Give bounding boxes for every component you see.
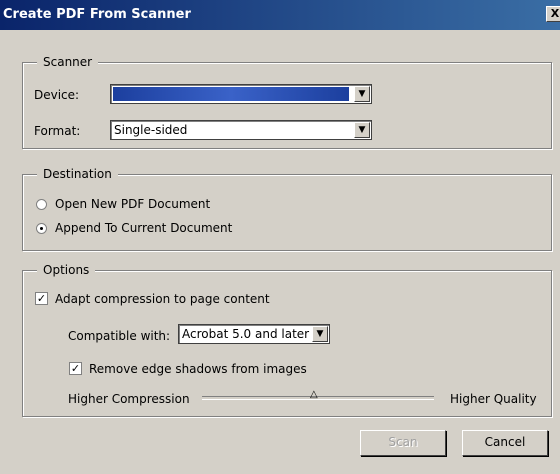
compatible-label: Compatible with: [68, 329, 171, 343]
device-select[interactable]: ▼ [110, 84, 372, 104]
chevron-down-icon[interactable]: ▼ [354, 122, 370, 138]
cancel-button[interactable]: Cancel [462, 430, 548, 456]
close-icon[interactable]: X [546, 6, 560, 22]
radio-open-new-label[interactable]: Open New PDF Document [55, 197, 210, 211]
chevron-down-icon[interactable]: ▼ [354, 86, 370, 102]
slider-left-label: Higher Compression [68, 392, 190, 406]
device-label: Device: [34, 88, 80, 102]
destination-group: Destination [22, 167, 552, 251]
scan-button[interactable]: Scan [360, 430, 446, 456]
scanner-legend: Scanner [37, 55, 99, 69]
format-label: Format: [34, 124, 81, 138]
device-value-redacted [113, 87, 349, 101]
slider-thumb-icon[interactable]: △ [310, 390, 318, 400]
slider-right-label: Higher Quality [450, 392, 537, 406]
quality-slider[interactable] [202, 396, 434, 400]
radio-append-current[interactable] [36, 223, 47, 234]
options-legend: Options [37, 263, 96, 277]
radio-append-current-label[interactable]: Append To Current Document [55, 221, 232, 235]
radio-open-new[interactable] [36, 199, 47, 210]
chevron-down-icon[interactable]: ▼ [312, 326, 328, 342]
remove-shadows-label[interactable]: Remove edge shadows from images [89, 362, 307, 376]
compatible-select[interactable]: Acrobat 5.0 and later ▼ [178, 324, 330, 344]
destination-legend: Destination [37, 167, 118, 181]
adapt-compression-checkbox[interactable]: ✓ [35, 292, 48, 305]
format-value: Single-sided [114, 123, 188, 137]
window-title: Create PDF From Scanner [3, 7, 191, 22]
format-select[interactable]: Single-sided ▼ [110, 120, 372, 140]
remove-shadows-checkbox[interactable]: ✓ [69, 362, 82, 375]
compatible-value: Acrobat 5.0 and later [182, 327, 310, 341]
title-bar: Create PDF From Scanner X [0, 0, 560, 30]
adapt-compression-label[interactable]: Adapt compression to page content [55, 292, 270, 306]
